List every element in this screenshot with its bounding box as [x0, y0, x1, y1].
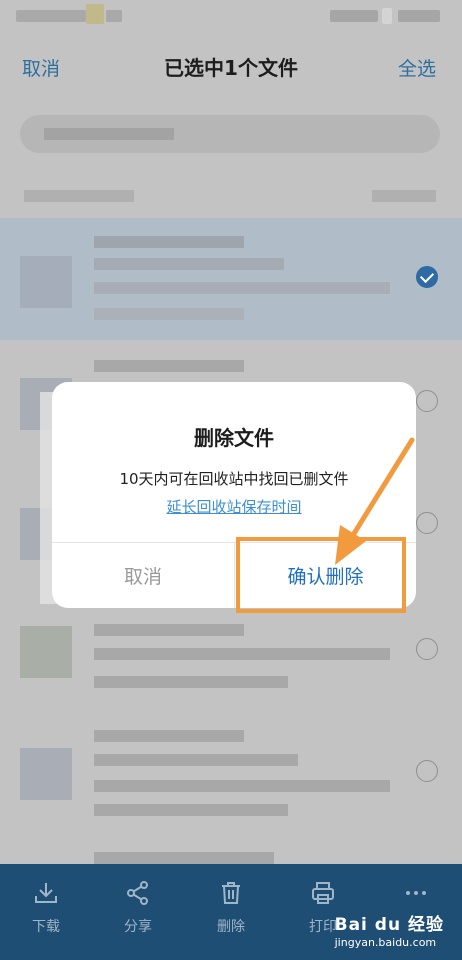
- arrow-annotation: [335, 437, 415, 565]
